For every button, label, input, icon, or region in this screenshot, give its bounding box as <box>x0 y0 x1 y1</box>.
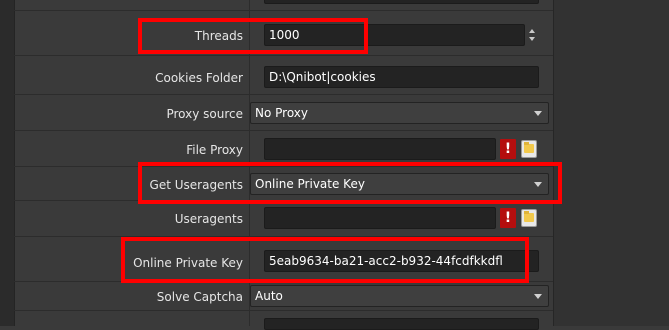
column-separator <box>249 0 250 326</box>
row-divider <box>14 166 553 167</box>
proxy-source-label: Proxy source <box>166 107 243 121</box>
cookies-folder-label: Cookies Folder <box>155 71 243 85</box>
threads-spin-buttons[interactable] <box>526 24 539 46</box>
bottom-partial-field[interactable] <box>264 318 539 330</box>
online-private-key-input[interactable]: 5eab9634-ba21-acc2-b932-44fcdfkkdfl <box>264 250 539 272</box>
useragents-input[interactable] <box>264 207 496 229</box>
online-private-key-label: Online Private Key <box>133 256 243 270</box>
row-divider <box>14 236 553 237</box>
settings-panel: Threads 1000 Cookies Folder D:\Qnibot|co… <box>0 0 669 330</box>
get-useragents-value: Online Private Key <box>255 177 365 191</box>
row-divider <box>14 310 553 311</box>
useragents-label: Useragents <box>174 212 243 226</box>
warning-icon[interactable]: ! <box>500 208 516 228</box>
chevron-down-icon <box>534 182 542 187</box>
proxy-source-value: No Proxy <box>255 106 309 120</box>
file-proxy-input[interactable] <box>264 138 496 160</box>
top-partial-field[interactable] <box>264 0 539 4</box>
folder-icon[interactable] <box>521 140 537 158</box>
right-gutter <box>553 0 669 326</box>
row-divider <box>14 200 553 201</box>
warning-icon[interactable]: ! <box>500 139 516 159</box>
row-divider <box>14 130 553 131</box>
left-gutter <box>0 0 15 326</box>
row-divider <box>14 55 553 56</box>
row-divider <box>14 10 553 11</box>
threads-spinbox[interactable]: 1000 <box>264 24 525 46</box>
get-useragents-select[interactable]: Online Private Key <box>250 173 549 195</box>
solve-captcha-value: Auto <box>255 289 283 303</box>
folder-icon[interactable] <box>521 209 537 227</box>
solve-captcha-select[interactable]: Auto <box>250 285 549 307</box>
spin-up-icon[interactable] <box>529 29 535 33</box>
cookies-folder-input[interactable]: D:\Qnibot|cookies <box>264 66 539 88</box>
chevron-down-icon <box>534 111 542 116</box>
chevron-down-icon <box>534 294 542 299</box>
get-useragents-label: Get Useragents <box>149 178 243 192</box>
row-divider <box>14 281 553 282</box>
row-divider <box>14 94 553 95</box>
threads-label: Threads <box>194 29 243 43</box>
solve-captcha-label: Solve Captcha <box>156 290 243 304</box>
spin-down-icon[interactable] <box>529 37 535 41</box>
file-proxy-label: File Proxy <box>186 143 243 157</box>
proxy-source-select[interactable]: No Proxy <box>250 102 549 124</box>
